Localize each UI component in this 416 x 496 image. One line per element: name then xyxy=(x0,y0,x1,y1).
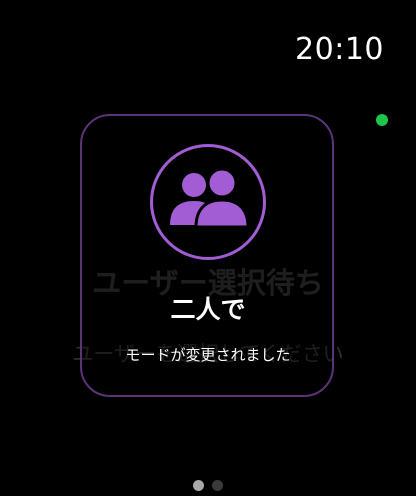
hud-title: 二人で xyxy=(170,295,246,324)
page-dot-1[interactable] xyxy=(193,480,204,491)
hud-message: モードが変更されました xyxy=(125,346,291,364)
hud-icon-badge xyxy=(150,144,266,260)
page-dot-2[interactable] xyxy=(212,480,223,491)
page-indicator xyxy=(0,480,416,491)
status-time: 20:10 xyxy=(295,32,384,67)
activity-indicator-dot xyxy=(376,114,388,126)
two-people-icon xyxy=(170,169,248,229)
